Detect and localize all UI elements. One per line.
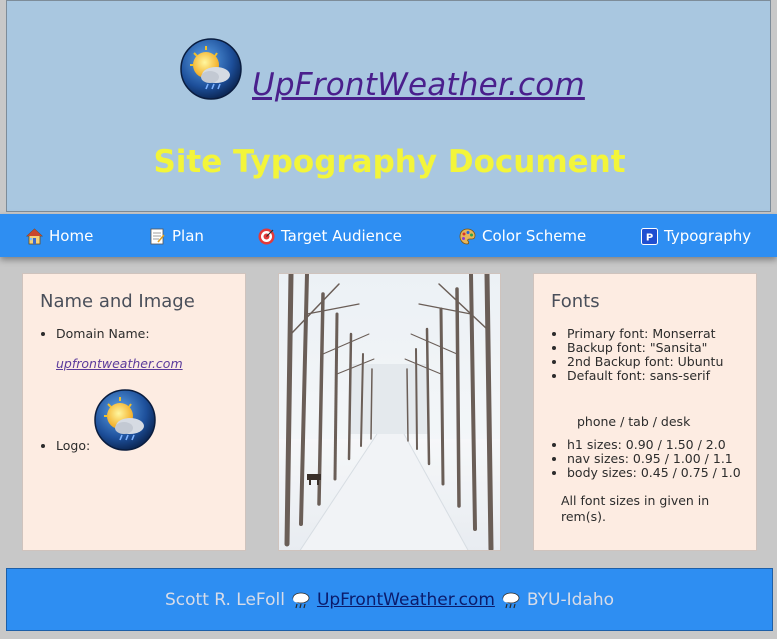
font-item: Default font: sans-serif [567, 369, 723, 383]
sun-cloud-rain-icon [94, 389, 156, 451]
name-image-heading: Name and Image [40, 291, 195, 312]
sun-cloud-rain-icon [180, 38, 242, 100]
svg-text:P: P [646, 232, 653, 243]
fonts-list: Primary font: Monserrat Backup font: "Sa… [549, 327, 723, 383]
size-item: body sizes: 0.45 / 0.75 / 1.0 [567, 466, 741, 480]
site-header: UpFrontWeather.com Site Typography Docum… [6, 0, 771, 212]
document-icon [150, 228, 165, 244]
nav-label-plan: Plan [172, 227, 204, 245]
parking-p-icon: P [641, 227, 658, 245]
main-nav: Home Plan Target Audience Color Scheme P… [0, 214, 777, 257]
target-icon [258, 228, 275, 244]
fonts-card: Fonts Primary font: Monserrat Backup fon… [533, 273, 757, 551]
nav-item-typography[interactable]: P Typography [641, 225, 751, 247]
logo-label: Logo: [56, 439, 90, 453]
nav-label-typography: Typography [664, 227, 752, 245]
footer-site-link[interactable]: UpFrontWeather.com [317, 590, 495, 610]
sizes-heading: phone / tab / desk [577, 414, 691, 429]
nav-label-home: Home [49, 227, 94, 245]
font-item: Backup font: "Sansita" [567, 341, 723, 355]
site-footer: Scott R. LeFoll UpFrontWeather.com BYU-I… [6, 568, 773, 631]
footer-school: BYU-Idaho [526, 589, 614, 610]
logo-list: Logo: [38, 439, 90, 453]
font-item: Primary font: Monserrat [567, 327, 723, 341]
name-image-card: Name and Image Domain Name: upfrontweath… [22, 273, 246, 551]
page-title: Site Typography Document [153, 144, 626, 180]
nav-label-color-scheme: Color Scheme [482, 227, 587, 245]
nav-item-home[interactable]: Home [26, 225, 93, 247]
size-item: nav sizes: 0.95 / 1.00 / 1.1 [567, 452, 741, 466]
nav-item-target-audience[interactable]: Target Audience [258, 225, 402, 247]
domain-label: Domain Name: [56, 327, 150, 341]
font-size-note: All font sizes in given in rem(s). [561, 493, 710, 524]
fonts-heading: Fonts [551, 291, 600, 312]
sizes-list: h1 sizes: 0.90 / 1.50 / 2.0 nav sizes: 0… [549, 438, 741, 480]
winter-photo-card [278, 273, 501, 551]
font-item: 2nd Backup font: Ubuntu [567, 355, 723, 369]
nav-label-target-audience: Target Audience [281, 227, 402, 245]
footer-author: Scott R. LeFoll [164, 589, 285, 610]
rain-cloud-icon [292, 592, 310, 608]
snowy-tree-road-photo [279, 274, 500, 550]
rain-cloud-icon [502, 592, 520, 608]
domain-link[interactable]: upfrontweather.com [56, 356, 183, 371]
house-icon [26, 227, 43, 244]
nav-item-color-scheme[interactable]: Color Scheme [459, 225, 586, 247]
domain-list: Domain Name: [38, 327, 150, 341]
site-home-link[interactable]: UpFrontWeather.com [252, 67, 585, 103]
size-item: h1 sizes: 0.90 / 1.50 / 2.0 [567, 438, 741, 452]
palette-icon [459, 228, 476, 244]
nav-item-plan[interactable]: Plan [149, 225, 204, 247]
